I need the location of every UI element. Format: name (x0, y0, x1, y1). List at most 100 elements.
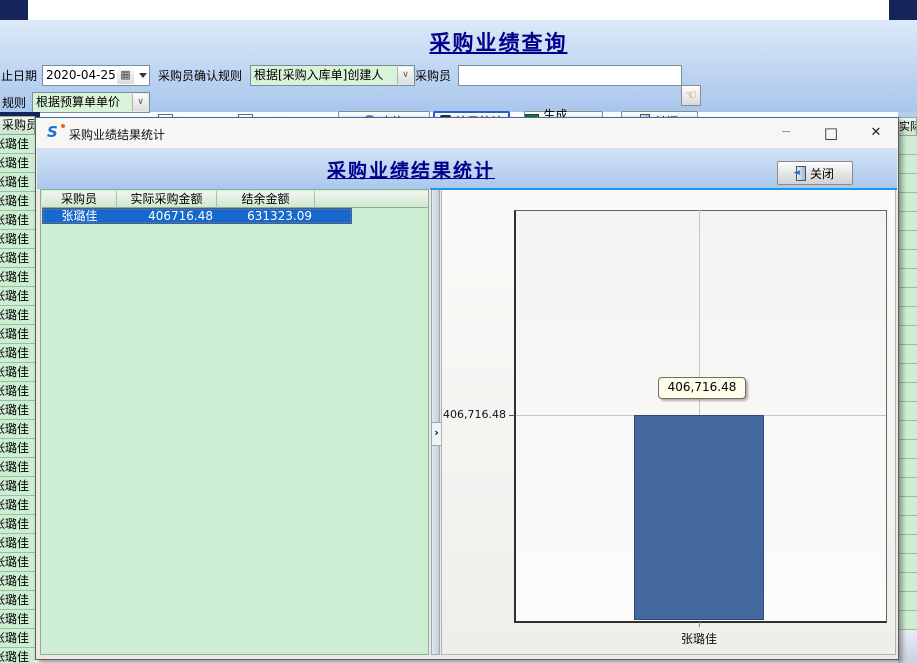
list-item[interactable]: 张璐佳 (0, 192, 35, 211)
chart-bar[interactable] (634, 415, 764, 620)
list-item[interactable]: 张璐佳 (0, 306, 35, 325)
exit-door-icon (796, 166, 806, 181)
list-item[interactable]: 张璐佳 (0, 629, 35, 648)
confirm-rule-select[interactable]: 根据[采购入库单]创建人 ∨ (250, 65, 415, 86)
end-date-input[interactable]: 2020-04-25 ▦ (42, 65, 150, 86)
bar-value-tooltip: 406,716.48 (658, 377, 746, 399)
list-item[interactable]: 张璐佳 (0, 135, 35, 154)
list-item (898, 307, 917, 326)
list-item (898, 592, 917, 611)
list-item[interactable]: 张璐佳 (0, 496, 35, 515)
end-date-value: 2020-04-25 (46, 68, 116, 82)
close-button[interactable]: ✕ (866, 123, 886, 143)
list-item[interactable]: 张璐佳 (0, 477, 35, 496)
hand-pointer-icon: ☜ (685, 88, 697, 103)
list-item (898, 364, 917, 383)
table-header-actual-amount[interactable]: 实际采购金额 (117, 191, 217, 208)
table-header-balance[interactable]: 结余金额 (217, 191, 315, 208)
list-item (898, 250, 917, 269)
confirm-rule-value: 根据[采购入库单]创建人 (254, 68, 383, 82)
list-item (898, 497, 917, 516)
list-item[interactable]: 张璐佳 (0, 287, 35, 306)
minimize-button[interactable]: ─ (777, 123, 795, 143)
list-item[interactable]: 张璐佳 (0, 648, 35, 663)
list-item (898, 345, 917, 364)
list-item[interactable]: 张璐佳 (0, 154, 35, 173)
list-item (898, 573, 917, 592)
list-item (898, 212, 917, 231)
list-item[interactable]: 张璐佳 (0, 420, 35, 439)
date-dropdown-arrow-icon[interactable] (139, 73, 147, 82)
price-rule-label: 规则 (2, 95, 26, 111)
calendar-icon[interactable]: ▦ (117, 67, 134, 84)
list-item[interactable]: 张璐佳 (0, 515, 35, 534)
panel-splitter[interactable]: › (431, 189, 440, 655)
chevron-down-icon[interactable]: ∨ (132, 94, 148, 111)
list-item (898, 326, 917, 345)
y-axis-tick-label: 406,716.48 (442, 408, 506, 421)
table-header-filler (315, 191, 428, 208)
dialog-titlebar[interactable]: S 采购业绩结果统计 ─ □ ✕ (36, 118, 898, 148)
list-item (898, 611, 917, 630)
bar-chart-panel: 406,716.48 406,716.48 张璐佳 (441, 189, 896, 655)
table-header-buyer[interactable]: 采购员 (42, 191, 117, 208)
list-item (898, 383, 917, 402)
list-item[interactable]: 张璐佳 (0, 382, 35, 401)
results-table-panel: 采购员 实际采购金额 结余金额 张璐佳 406716.48 631323.09 (40, 189, 429, 655)
maximize-button[interactable]: □ (822, 123, 840, 143)
price-rule-select[interactable]: 根据预算单单价 ∨ (32, 92, 150, 113)
background-grid-left: 采购员 张璐佳张璐佳张璐佳张璐佳张璐佳张璐佳张璐佳张璐佳张璐佳张璐佳张璐佳张璐佳… (0, 116, 35, 663)
page-title: 采购业绩查询 (80, 27, 917, 57)
list-item[interactable]: 张璐佳 (0, 249, 35, 268)
main-toolbar-area: 采购业绩查询 止日期 2020-04-25 ▦ 采购员确认规则 根据[采购入库单… (0, 20, 917, 112)
list-item (898, 478, 917, 497)
price-rule-value: 根据预算单单价 (36, 95, 120, 109)
list-item[interactable]: 张璐佳 (0, 211, 35, 230)
list-item[interactable]: 张璐佳 (0, 591, 35, 610)
dialog-close-button[interactable]: 关闭 (777, 161, 853, 185)
dialog-title: 采购业绩结果统计 (69, 126, 165, 143)
cell-balance: 631323.09 (217, 208, 315, 224)
cell-buyer: 张璐佳 (42, 208, 117, 224)
cell-actual-amount: 406716.48 (117, 208, 217, 224)
buyer-picker-button[interactable]: ☜ (681, 85, 701, 106)
buyer-input[interactable] (458, 65, 682, 86)
list-item[interactable]: 张璐佳 (0, 230, 35, 249)
dialog-header-title: 采购业绩结果统计 (37, 156, 785, 183)
table-row[interactable]: 张璐佳 406716.48 631323.09 (42, 208, 352, 224)
list-item (898, 421, 917, 440)
list-item[interactable]: 张璐佳 (0, 572, 35, 591)
list-item (898, 459, 917, 478)
list-item (898, 193, 917, 212)
x-axis-category-label: 张璐佳 (639, 630, 759, 647)
y-axis-tick (509, 415, 515, 416)
top-margin (0, 0, 917, 20)
list-item[interactable]: 张璐佳 (0, 534, 35, 553)
right-rows (898, 136, 917, 630)
list-item[interactable]: 张璐佳 (0, 325, 35, 344)
list-item[interactable]: 张璐佳 (0, 268, 35, 287)
x-axis-tick (699, 622, 700, 627)
confirm-rule-label: 采购员确认规则 (158, 68, 242, 84)
corner-decoration-right (889, 0, 917, 20)
chevron-down-icon[interactable]: ∨ (397, 67, 413, 84)
list-item[interactable]: 张璐佳 (0, 401, 35, 420)
list-item[interactable]: 张璐佳 (0, 173, 35, 192)
list-item[interactable]: 张璐佳 (0, 553, 35, 572)
list-item[interactable]: 张璐佳 (0, 610, 35, 629)
list-item[interactable]: 张璐佳 (0, 363, 35, 382)
list-item (898, 288, 917, 307)
background-grid-right: 实际采购金额 (898, 117, 917, 630)
list-item[interactable]: 张璐佳 (0, 458, 35, 477)
list-item[interactable]: 张璐佳 (0, 439, 35, 458)
left-rows: 张璐佳张璐佳张璐佳张璐佳张璐佳张璐佳张璐佳张璐佳张璐佳张璐佳张璐佳张璐佳张璐佳张… (0, 135, 35, 663)
list-item (898, 535, 917, 554)
list-item (898, 554, 917, 573)
column-header-buyer: 采购员 (0, 116, 35, 135)
background-window-edge (898, 630, 917, 663)
list-item[interactable]: 张璐佳 (0, 344, 35, 363)
buyer-label: 采购员 (415, 68, 451, 84)
dialog-header-band: 采购业绩结果统计 关闭 (37, 148, 897, 189)
end-date-label: 止日期 (1, 68, 37, 84)
list-item (898, 155, 917, 174)
